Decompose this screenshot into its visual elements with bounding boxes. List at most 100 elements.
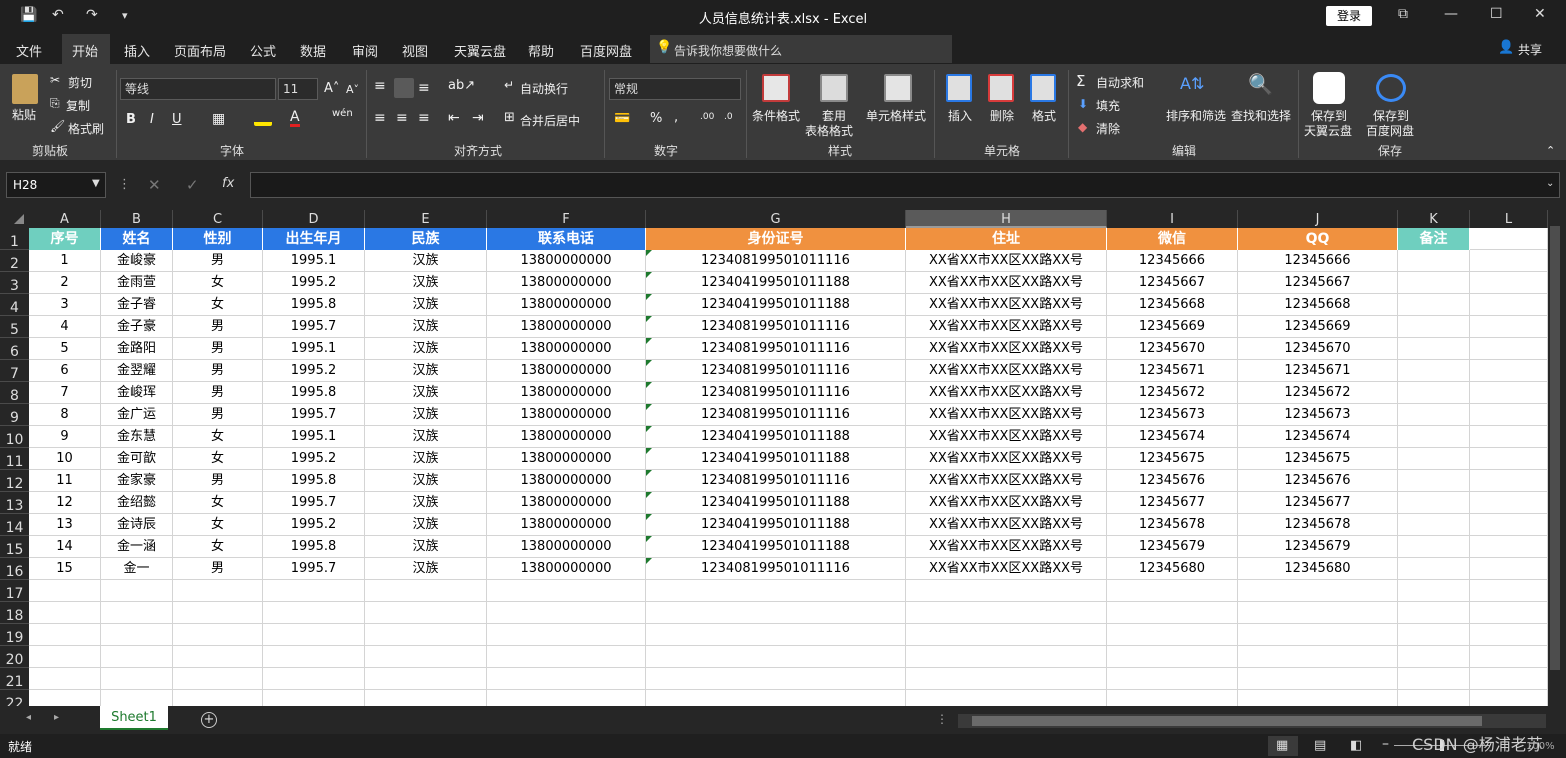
table-cell[interactable]: 13800000000 xyxy=(487,492,646,514)
cut-icon[interactable]: ✂ xyxy=(50,73,60,87)
table-cell[interactable] xyxy=(1470,228,1548,250)
table-cell[interactable] xyxy=(1470,250,1548,272)
column-header-d[interactable]: D xyxy=(263,210,365,228)
table-cell[interactable]: 13800000000 xyxy=(487,470,646,492)
header-cell[interactable]: 住址 xyxy=(906,228,1107,250)
table-cell[interactable]: 12345669 xyxy=(1238,316,1398,338)
format-cells-button[interactable]: 格式 xyxy=(1032,107,1056,124)
table-cell[interactable] xyxy=(1398,360,1470,382)
table-cell[interactable]: 4 xyxy=(29,316,101,338)
table-cell[interactable]: 1995.8 xyxy=(263,536,365,558)
empty-cell[interactable] xyxy=(487,602,646,624)
header-cell[interactable]: 备注 xyxy=(1398,228,1470,250)
autosum-button[interactable]: 自动求和 xyxy=(1096,74,1144,91)
name-box[interactable]: H28 xyxy=(6,172,106,198)
table-cell[interactable]: XX省XX市XX区XX路XX号 xyxy=(906,272,1107,294)
table-cell[interactable]: XX省XX市XX区XX路XX号 xyxy=(906,382,1107,404)
clear-icon[interactable]: ◆ xyxy=(1078,120,1087,134)
table-cell[interactable]: 女 xyxy=(173,492,263,514)
tell-me-box[interactable]: 💡 告诉我你想要做什么 xyxy=(650,35,952,63)
table-cell[interactable]: 金东慧 xyxy=(101,426,173,448)
column-header-i[interactable]: I xyxy=(1107,210,1238,228)
row-header-19[interactable]: 19 xyxy=(0,624,29,646)
table-cell[interactable] xyxy=(1398,316,1470,338)
table-cell[interactable]: 12345676 xyxy=(1107,470,1238,492)
table-cell[interactable]: 汉族 xyxy=(365,316,487,338)
table-cell[interactable]: 12345672 xyxy=(1107,382,1238,404)
table-cell[interactable]: 金子睿 xyxy=(101,294,173,316)
page-layout-view-icon[interactable]: ▤ xyxy=(1314,738,1326,753)
table-cell[interactable]: 1995.7 xyxy=(263,404,365,426)
table-cell[interactable]: 12345669 xyxy=(1107,316,1238,338)
table-cell[interactable]: 女 xyxy=(173,272,263,294)
empty-cell[interactable] xyxy=(1238,690,1398,706)
table-cell[interactable]: 123408199501011116 xyxy=(646,404,906,426)
table-cell[interactable]: 金子豪 xyxy=(101,316,173,338)
number-as-text-indicator-icon[interactable] xyxy=(646,558,652,564)
table-cell[interactable]: 金家豪 xyxy=(101,470,173,492)
bold-button[interactable]: B xyxy=(126,112,136,127)
split-handle-icon[interactable]: ⋮ xyxy=(936,712,948,726)
empty-cell[interactable] xyxy=(263,624,365,646)
table-cell[interactable] xyxy=(1398,514,1470,536)
empty-cell[interactable] xyxy=(263,690,365,706)
empty-cell[interactable] xyxy=(365,624,487,646)
empty-cell[interactable] xyxy=(646,690,906,706)
horizontal-scroll-thumb[interactable] xyxy=(972,716,1482,726)
table-cell[interactable]: 金峻珲 xyxy=(101,382,173,404)
row-header-7[interactable]: 7 xyxy=(0,360,29,382)
table-cell[interactable]: 123404199501011188 xyxy=(646,426,906,448)
table-cell[interactable]: 男 xyxy=(173,404,263,426)
table-cell[interactable] xyxy=(1470,360,1548,382)
empty-cell[interactable] xyxy=(263,602,365,624)
empty-cell[interactable] xyxy=(1107,668,1238,690)
table-cell[interactable]: 7 xyxy=(29,382,101,404)
column-header-l[interactable]: L xyxy=(1470,210,1548,228)
format-painter-icon[interactable]: 🖌 xyxy=(50,119,65,133)
row-header-9[interactable]: 9 xyxy=(0,404,29,426)
table-cell[interactable]: 123408199501011116 xyxy=(646,316,906,338)
delete-cells-icon[interactable] xyxy=(988,74,1014,102)
empty-cell[interactable] xyxy=(1470,668,1548,690)
empty-cell[interactable] xyxy=(1238,646,1398,668)
table-cell[interactable] xyxy=(1398,448,1470,470)
empty-cell[interactable] xyxy=(101,602,173,624)
table-cell[interactable]: 1995.8 xyxy=(263,470,365,492)
number-as-text-indicator-icon[interactable] xyxy=(646,514,652,520)
table-cell[interactable]: 1995.1 xyxy=(263,338,365,360)
empty-cell[interactable] xyxy=(1398,602,1470,624)
header-cell[interactable]: 性别 xyxy=(173,228,263,250)
empty-cell[interactable] xyxy=(1398,580,1470,602)
number-as-text-indicator-icon[interactable] xyxy=(646,338,652,344)
maximize-icon[interactable]: ☐ xyxy=(1490,6,1503,22)
wrap-text-button[interactable]: 自动换行 xyxy=(520,80,568,97)
empty-cell[interactable] xyxy=(1238,668,1398,690)
tab-help[interactable]: 帮助 xyxy=(528,41,554,60)
empty-cell[interactable] xyxy=(101,624,173,646)
number-as-text-indicator-icon[interactable] xyxy=(646,448,652,454)
column-header-e[interactable]: E xyxy=(365,210,487,228)
table-cell[interactable]: 女 xyxy=(173,514,263,536)
table-cell[interactable]: 12345667 xyxy=(1107,272,1238,294)
table-cell[interactable]: 汉族 xyxy=(365,448,487,470)
empty-cell[interactable] xyxy=(365,690,487,706)
table-cell[interactable]: 6 xyxy=(29,360,101,382)
format-as-table-icon[interactable] xyxy=(820,74,848,102)
empty-cell[interactable] xyxy=(1238,602,1398,624)
table-cell[interactable] xyxy=(1398,470,1470,492)
conditional-format-icon[interactable] xyxy=(762,74,790,102)
cancel-entry-icon[interactable]: ✕ xyxy=(148,176,161,194)
percent-icon[interactable]: % xyxy=(650,111,662,126)
table-cell[interactable]: 男 xyxy=(173,338,263,360)
grow-font-icon[interactable]: A˄ xyxy=(324,81,339,96)
table-cell[interactable]: 金一 xyxy=(101,558,173,580)
empty-cell[interactable] xyxy=(1470,624,1548,646)
table-cell[interactable]: 13800000000 xyxy=(487,316,646,338)
number-as-text-indicator-icon[interactable] xyxy=(646,272,652,278)
table-cell[interactable]: XX省XX市XX区XX路XX号 xyxy=(906,492,1107,514)
row-header-20[interactable]: 20 xyxy=(0,646,29,668)
format-as-table-line2[interactable]: 表格格式 xyxy=(805,122,853,139)
worksheet-grid[interactable]: ABCDEFGHIJKL 1 2 3 4 5 6 7 8 9 10 11 12 13 14 15 16 17 18… xyxy=(0,210,1548,706)
table-cell[interactable]: XX省XX市XX区XX路XX号 xyxy=(906,316,1107,338)
table-cell[interactable]: 汉族 xyxy=(365,272,487,294)
